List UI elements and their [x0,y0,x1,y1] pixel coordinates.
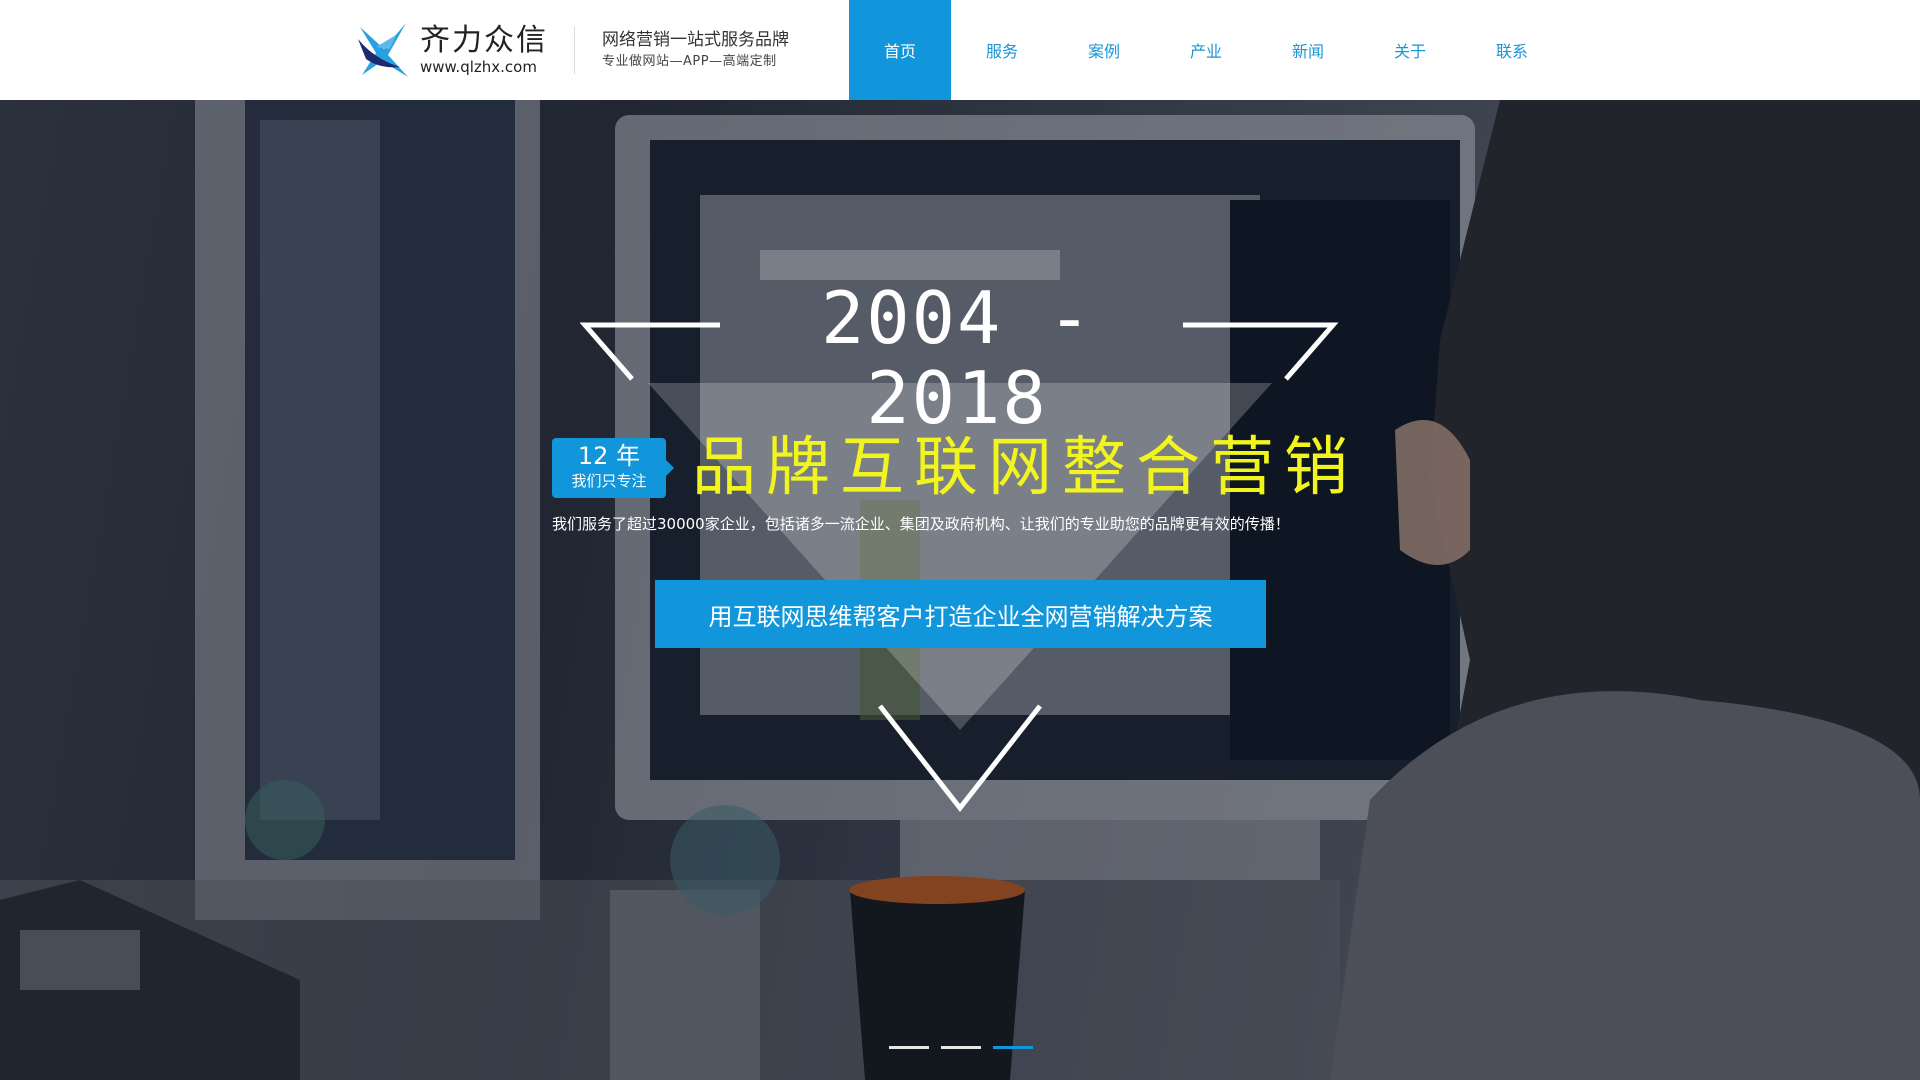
logo-name: 齐力众信 [420,23,548,58]
slide-dot-1[interactable] [889,1046,929,1049]
nav-item-industry[interactable]: 产业 [1155,0,1257,100]
logo[interactable]: 齐力众信 www.qlzhx.com [356,18,548,82]
main-nav: 首页 服务 案例 产业 新闻 关于 联系 [849,0,1563,100]
slogan-main: 网络营销一站式服务品牌 [602,30,789,50]
nav-item-contact[interactable]: 联系 [1461,0,1563,100]
years-badge: 12 年 我们只专注 [552,438,674,498]
slider-dots [889,1046,1045,1049]
hero-headline: 品牌互联网整合营销 [692,431,1358,505]
logo-text: 齐力众信 www.qlzhx.com [420,23,548,77]
hero-banner: 2004 - 2018 12 年 我们只专注 品牌互联网整合营销 我们服务了超过… [0,100,1920,1080]
nav-item-news[interactable]: 新闻 [1257,0,1359,100]
nav-item-cases[interactable]: 案例 [1053,0,1155,100]
nav-item-about[interactable]: 关于 [1359,0,1461,100]
site-header: 齐力众信 www.qlzhx.com 网络营销一站式服务品牌 专业做网站—APP… [0,0,1920,100]
slide-dot-3[interactable] [993,1046,1033,1049]
logo-icon [358,23,408,77]
slide-dot-2[interactable] [941,1046,981,1049]
nav-item-home[interactable]: 首页 [849,0,951,100]
hero-description: 我们服务了超过30000家企业，包括诸多一流企业、集团及政府机构、让我们的专业助… [552,515,1290,533]
header-divider [574,26,575,74]
slogan: 网络营销一站式服务品牌 专业做网站—APP—高端定制 [602,28,789,72]
years-heading: 2004 - 2018 [820,276,1094,440]
cta-button[interactable]: 用互联网思维帮客户打造企业全网营销解决方案 [655,580,1266,648]
nav-item-services[interactable]: 服务 [951,0,1053,100]
slogan-sub: 专业做网站—APP—高端定制 [602,54,777,69]
logo-domain: www.qlzhx.com [420,58,537,76]
badge-focus: 我们只专注 [571,472,647,490]
badge-years: 12 年 [577,442,641,470]
